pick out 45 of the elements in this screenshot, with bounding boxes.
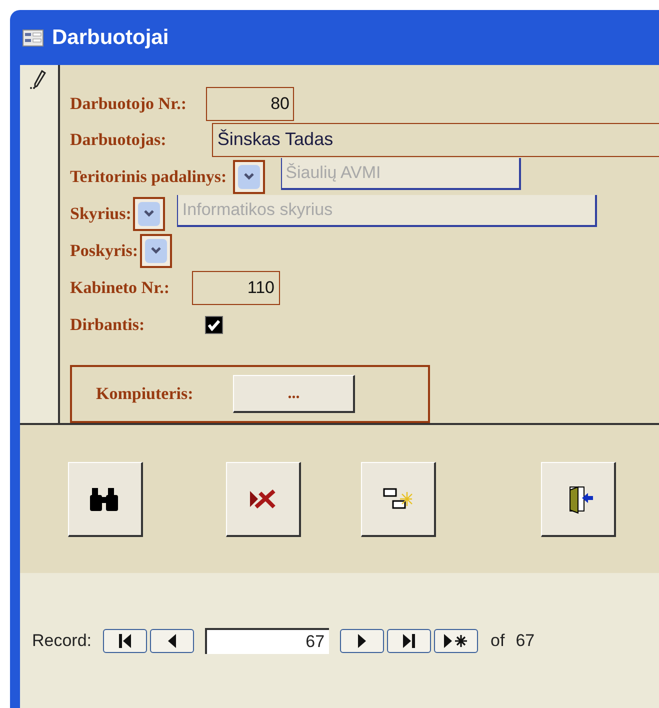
new-record-icon (442, 632, 469, 648)
field-label: Dirbantis: (70, 314, 145, 336)
form-icon (22, 28, 44, 46)
binoculars-icon (89, 486, 121, 512)
checkbox[interactable] (204, 316, 223, 334)
text-field[interactable]: Šinskas Tadas (212, 122, 659, 157)
number-field[interactable]: 80 (206, 87, 294, 122)
record-label: Record: (32, 630, 92, 652)
dropdown-button[interactable] (133, 196, 166, 231)
delete-icon (248, 486, 278, 510)
previous-record-button[interactable] (150, 628, 194, 652)
open-button[interactable]: ... (233, 375, 356, 414)
delete-button[interactable] (226, 462, 301, 536)
dropdown-button[interactable] (140, 234, 172, 268)
field-label: Teritorinis padalinys: (70, 166, 227, 188)
field-label: Kabineto Nr.: (70, 277, 170, 300)
record-total: 67 (516, 630, 535, 652)
record-selector[interactable] (20, 65, 60, 423)
of-label: of (490, 630, 505, 652)
subform-label: Kompiuteris: (96, 383, 194, 406)
first-record-button[interactable] (102, 628, 147, 652)
chevron-icon (150, 246, 162, 255)
window-title: Darbuotojai (52, 24, 169, 51)
field-label: Darbuotojas: (70, 129, 166, 152)
previous-icon (166, 632, 178, 648)
last-icon (402, 632, 416, 648)
chevron-icon (143, 210, 156, 218)
last-record-button[interactable] (386, 628, 431, 652)
field-label: Poskyris: (70, 240, 138, 262)
search-button[interactable] (68, 462, 143, 536)
duplicate-icon (383, 486, 413, 512)
field-label: Darbuotojo Nr.: (70, 93, 186, 116)
duplicate-button[interactable] (361, 462, 436, 536)
chevron-icon (242, 172, 255, 181)
pencil-icon (30, 70, 46, 90)
field-label: Skyrius: (70, 203, 132, 226)
dropdown-button[interactable] (232, 160, 265, 194)
next-icon (356, 632, 368, 648)
first-icon (118, 632, 132, 648)
next-record-button[interactable] (340, 628, 384, 652)
record-number-field[interactable]: 67 (204, 628, 329, 654)
new-record-button[interactable] (434, 628, 478, 652)
exit-button[interactable] (541, 462, 616, 536)
number-field[interactable]: 110 (192, 270, 280, 305)
check-icon (206, 318, 221, 331)
